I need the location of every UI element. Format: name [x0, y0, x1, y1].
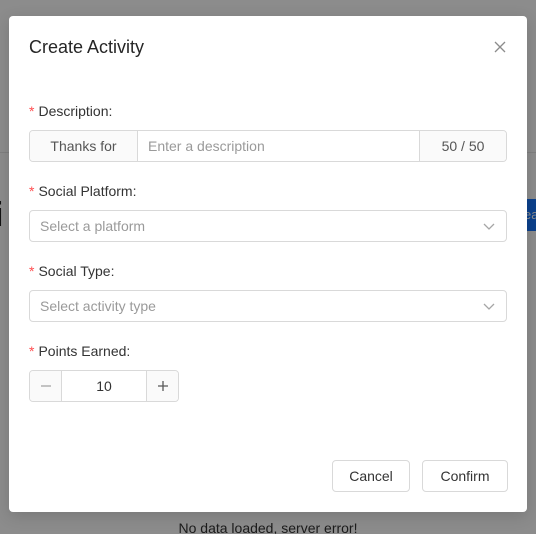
close-icon [494, 41, 506, 53]
points-label-text: Points Earned: [38, 343, 131, 359]
description-input-group: Thanks for 50 / 50 [29, 130, 507, 162]
platform-select-placeholder: Select a platform [40, 218, 146, 234]
create-activity-dialog: Create Activity * Description: Thanks for… [9, 16, 527, 512]
points-label: * Points Earned: [29, 343, 130, 359]
description-label: * Description: [29, 103, 112, 119]
plus-icon [157, 381, 168, 391]
points-stepper: 10 [29, 370, 179, 402]
required-marker: * [29, 343, 35, 359]
confirm-button[interactable]: Confirm [422, 460, 508, 492]
decrement-button[interactable] [30, 371, 62, 401]
chevron-down-icon [483, 223, 495, 230]
required-marker: * [29, 263, 35, 279]
type-select[interactable]: Select activity type [29, 290, 507, 322]
required-marker: * [29, 103, 35, 119]
points-value[interactable]: 10 [62, 371, 146, 401]
dialog-title: Create Activity [29, 37, 145, 57]
close-button[interactable] [491, 38, 509, 56]
platform-label-text: Social Platform: [38, 183, 137, 199]
increment-button[interactable] [146, 371, 178, 401]
minus-icon [40, 385, 51, 387]
description-char-counter: 50 / 50 [419, 131, 506, 161]
cancel-button[interactable]: Cancel [332, 460, 410, 492]
chevron-down-icon [483, 303, 495, 310]
type-select-placeholder: Select activity type [40, 298, 156, 314]
platform-select[interactable]: Select a platform [29, 210, 507, 242]
platform-label: * Social Platform: [29, 183, 137, 199]
description-prefix: Thanks for [30, 131, 138, 161]
type-label-text: Social Type: [38, 263, 115, 279]
required-marker: * [29, 183, 35, 199]
description-input[interactable] [138, 131, 419, 161]
type-label: * Social Type: [29, 263, 114, 279]
description-label-text: Description: [38, 103, 113, 119]
